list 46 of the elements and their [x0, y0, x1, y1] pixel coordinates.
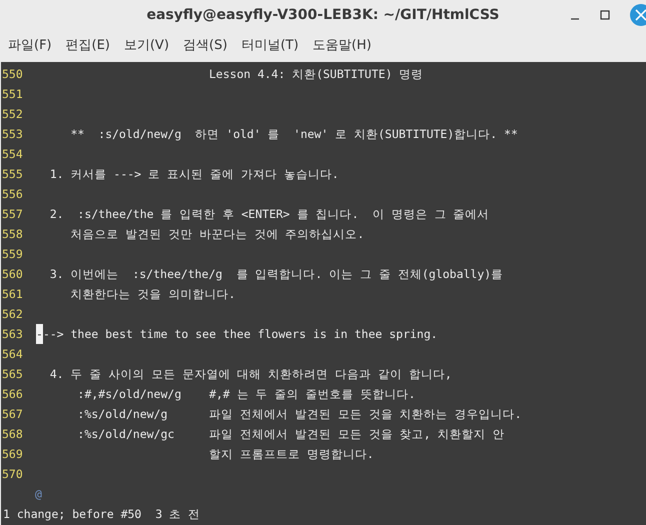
text-line: 4. 두 줄 사이의 모든 문자열에 대해 치환하려면 다음과 같이 합니다,: [50, 366, 452, 383]
line-number: 563: [1, 326, 24, 343]
text-line: :#,#s/old/new/g #,# 는 두 줄의 줄번호를 뜻합니다.: [78, 386, 416, 403]
line-number: 564: [1, 346, 24, 363]
text-line: ** :s/old/new/g 하면 'old' 를 'new' 로 치환(SUBTITUTE)합니다. **: [70, 126, 518, 143]
line-number: 555: [1, 166, 24, 183]
text-line: --> thee best time to see thee flowers is in thee spring.: [42, 326, 438, 343]
line-number: 570: [1, 466, 24, 483]
line-number: 551: [1, 86, 24, 103]
text-line: Lesson 4.4: 치환(SUBTITUTE) 명령: [209, 66, 424, 83]
text-line: 1. 커서를 ---> 로 표시된 줄에 가져다 놓습니다.: [50, 166, 339, 183]
text-line: 할지 프롬프트로 명령합니다.: [209, 446, 374, 463]
text-cursor: -: [36, 324, 43, 344]
line-number: 552: [1, 106, 24, 123]
line-number: 567: [1, 406, 24, 423]
line-number: 559: [1, 246, 24, 263]
line-number: 561: [1, 286, 24, 303]
line-number: 557: [1, 206, 24, 223]
overflow-marker: @: [35, 487, 42, 501]
text-line: 치환한다는 것을 의미합니다.: [70, 286, 236, 303]
menu-item[interactable]: 보기(V): [124, 36, 170, 56]
maximize-icon[interactable]: [600, 10, 610, 20]
text-line: 2. :s/thee/the 를 입력한 후 <ENTER> 를 칩니다. 이 명령은 그 줄에서: [50, 206, 490, 223]
menu-item[interactable]: 터미널(T): [241, 36, 299, 56]
line-number: 568: [1, 426, 24, 443]
status-line: 1 change; before #50 3 초 전: [3, 507, 200, 521]
text-line: :%s/old/new/gc 파일 전체에서 발견된 모든 것을 찾고, 치환할지 안: [78, 426, 504, 443]
menu-item[interactable]: 검색(S): [183, 36, 228, 56]
line-number: 558: [1, 226, 24, 243]
line-number: 556: [1, 186, 24, 203]
text-line: :%s/old/new/g 파일 전체에서 발견된 모든 것을 치환하는 경우입니다.: [78, 406, 522, 423]
line-number: 565: [1, 366, 24, 383]
menu-item[interactable]: 파일(F): [8, 36, 52, 56]
line-number: 569: [1, 446, 24, 463]
menu-item[interactable]: 편집(E): [66, 36, 110, 56]
line-number: 553: [1, 126, 24, 143]
line-number: 550: [1, 66, 24, 83]
line-number: 562: [1, 306, 24, 323]
line-number: 554: [1, 146, 24, 163]
line-number: 560: [1, 266, 24, 283]
menu-item[interactable]: 도움말(H): [312, 36, 372, 56]
text-line: 3. 이번에는 :s/thee/the/g 를 입력합니다. 이는 그 줄 전체(globally)를: [50, 266, 504, 283]
line-number: 566: [1, 386, 24, 403]
text-line: 처음으로 발견된 것만 바꾼다는 것에 주의하십시오.: [70, 226, 364, 243]
window-title: easyfly@easyfly-V300-LEB3K: ~/GIT/HtmlCSS: [146, 6, 500, 24]
close-icon[interactable]: [630, 4, 646, 26]
